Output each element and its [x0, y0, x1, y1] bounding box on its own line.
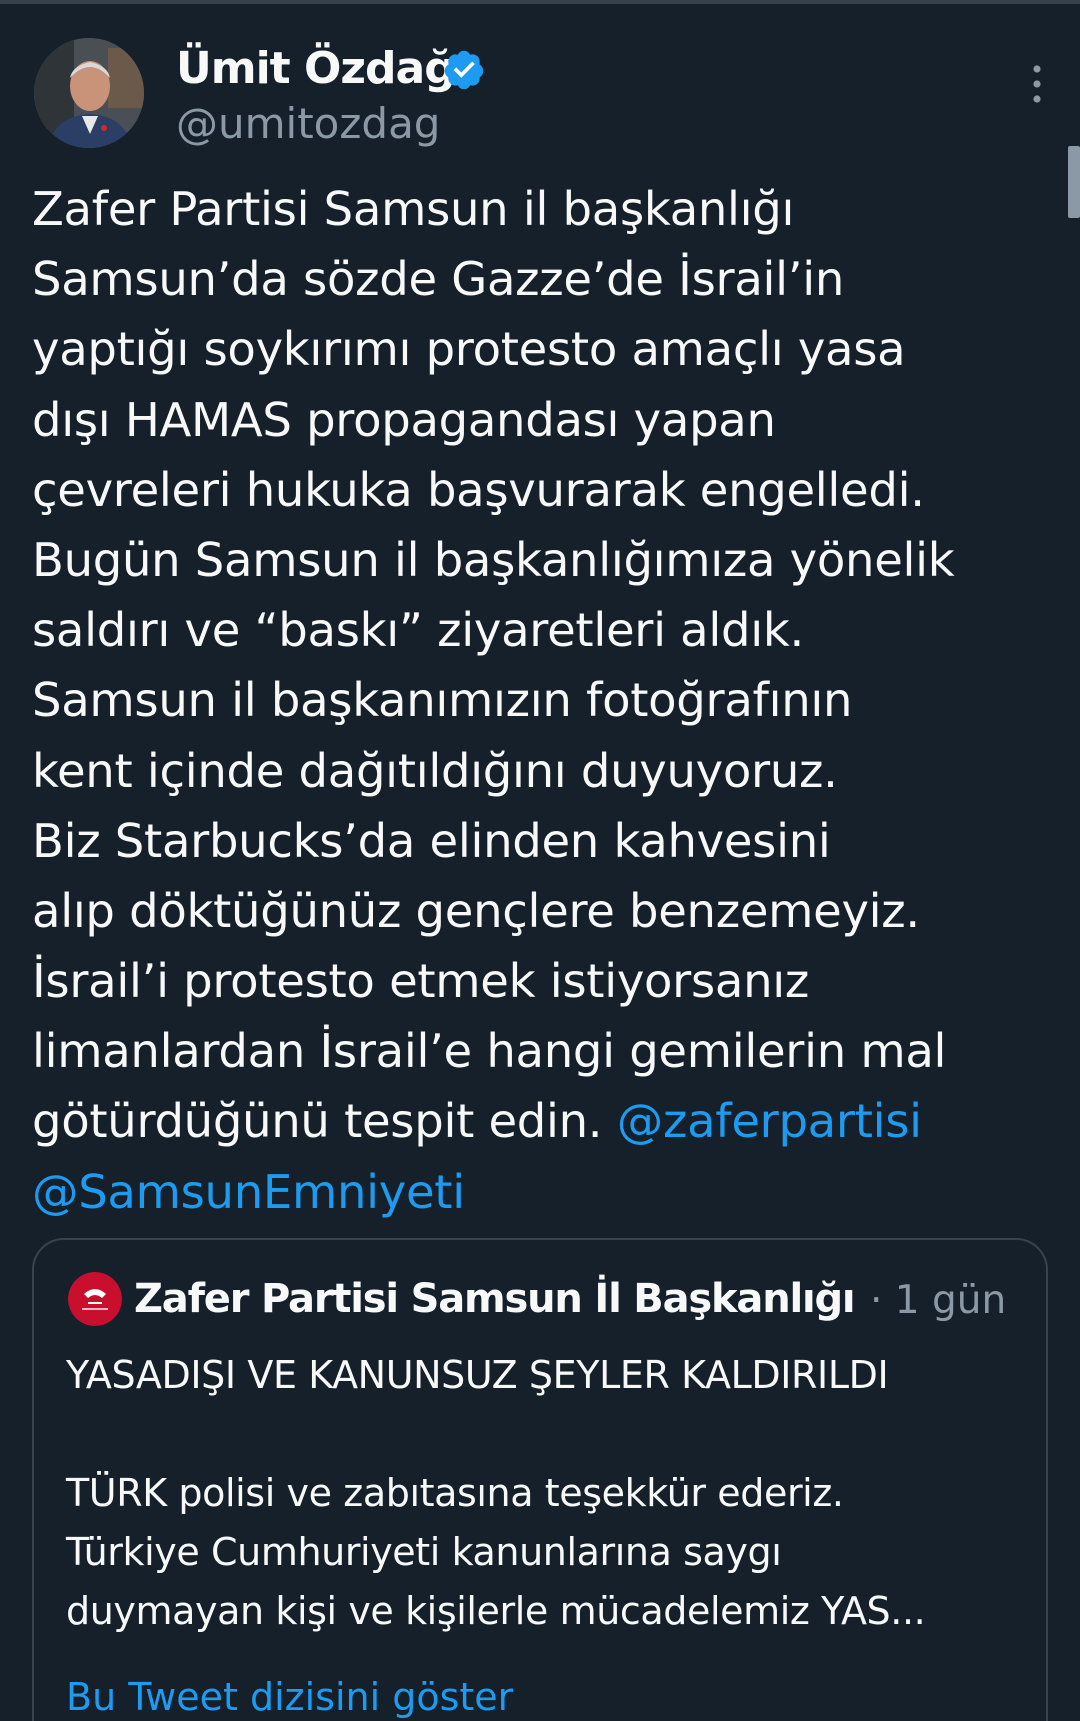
tweet-text-line: dışı HAMAS propagandası yapan — [32, 392, 776, 447]
more-options-icon[interactable] — [1030, 64, 1044, 104]
tweet-text: Zafer Partisi Samsun il başkanlığı Samsu… — [32, 174, 1052, 1227]
tweet-text-line-last: götürdüğünü tespit edin. @zaferpartisi — [32, 1086, 1052, 1156]
quoted-text-line: TÜRK polisi ve zabıtasına teşekkür ederi… — [66, 1471, 844, 1515]
author-handle[interactable]: @umitozdag — [176, 98, 440, 150]
tweet-text-line: İsrail’i protesto etmek istiyorsanız — [32, 954, 810, 1009]
quoted-text-line: duymayan kişi ve kişilerle mücadelemiz Y… — [66, 1589, 926, 1633]
party-logo-icon — [68, 1272, 122, 1326]
verified-badge-icon — [444, 50, 484, 90]
author-display-name[interactable]: Ümit Özdağ — [176, 42, 456, 96]
top-divider — [0, 0, 1080, 4]
quoted-tweet-card[interactable]: Zafer Partisi Samsun İl Başkanlığı · 1 g… — [32, 1238, 1048, 1721]
scrollbar-thumb[interactable] — [1068, 146, 1080, 218]
quoted-tweet-text: YASADIŞI VE KANUNSUZ ŞEYLER KALDIRILDI T… — [66, 1346, 1016, 1641]
tweet-text-line: Biz Starbucks’da elinden kahvesini — [32, 813, 831, 868]
tweet-text-line: Samsun’da sözde Gazze’de İsrail’in — [32, 252, 845, 307]
mention-link-samsunemniyeti[interactable]: @SamsunEmniyeti — [32, 1165, 465, 1219]
author-avatar[interactable] — [34, 38, 144, 148]
quoted-timestamp[interactable]: · 1 gün — [870, 1276, 1006, 1326]
tweet-text-line: Bugün Samsun il başkanlığımıza yönelik — [32, 532, 955, 587]
quoted-text-line: YASADIŞI VE KANUNSUZ ŞEYLER KALDIRILDI — [66, 1353, 889, 1397]
quoted-text-line: Türkiye Cumhuriyeti kanunlarına saygı — [66, 1530, 782, 1574]
tweet-text-line: alıp döktüğünüz gençlere benzemeyiz. — [32, 883, 920, 938]
quoted-author-avatar[interactable] — [68, 1272, 122, 1326]
tweet-text-line-mention: @SamsunEmniyeti — [32, 1157, 1052, 1227]
tweet-text-line: limanlardan İsrail’e hangi gemilerin mal — [32, 1024, 947, 1079]
tweet-text-segment: götürdüğünü tespit edin. — [32, 1094, 617, 1149]
show-thread-link[interactable]: Bu Tweet dizisini göster — [66, 1672, 513, 1721]
tweet-header: Ümit Özdağ @umitozdag — [34, 38, 1046, 150]
tweet-text-line: yaptığı soykırımı protesto amaçlı yasa — [32, 322, 906, 377]
mention-link-zaferpartisi[interactable]: @zaferpartisi — [617, 1094, 922, 1148]
tweet-text-line: Samsun il başkanımızın fotoğrafının — [32, 673, 853, 728]
tweet-text-line: saldırı ve “baskı” ziyaretleri aldık. — [32, 603, 804, 658]
profile-photo — [34, 38, 144, 148]
tweet-text-line: Zafer Partisi Samsun il başkanlığı — [32, 182, 795, 236]
tweet-text-line: çevreleri hukuka başvurarak engelledi. — [32, 462, 925, 517]
quoted-author-name[interactable]: Zafer Partisi Samsun İl Başkanlığı — [134, 1274, 856, 1324]
tweet-text-line: kent içinde dağıtıldığını duyuyoruz. — [32, 743, 838, 798]
quoted-text-line — [66, 1405, 1016, 1464]
